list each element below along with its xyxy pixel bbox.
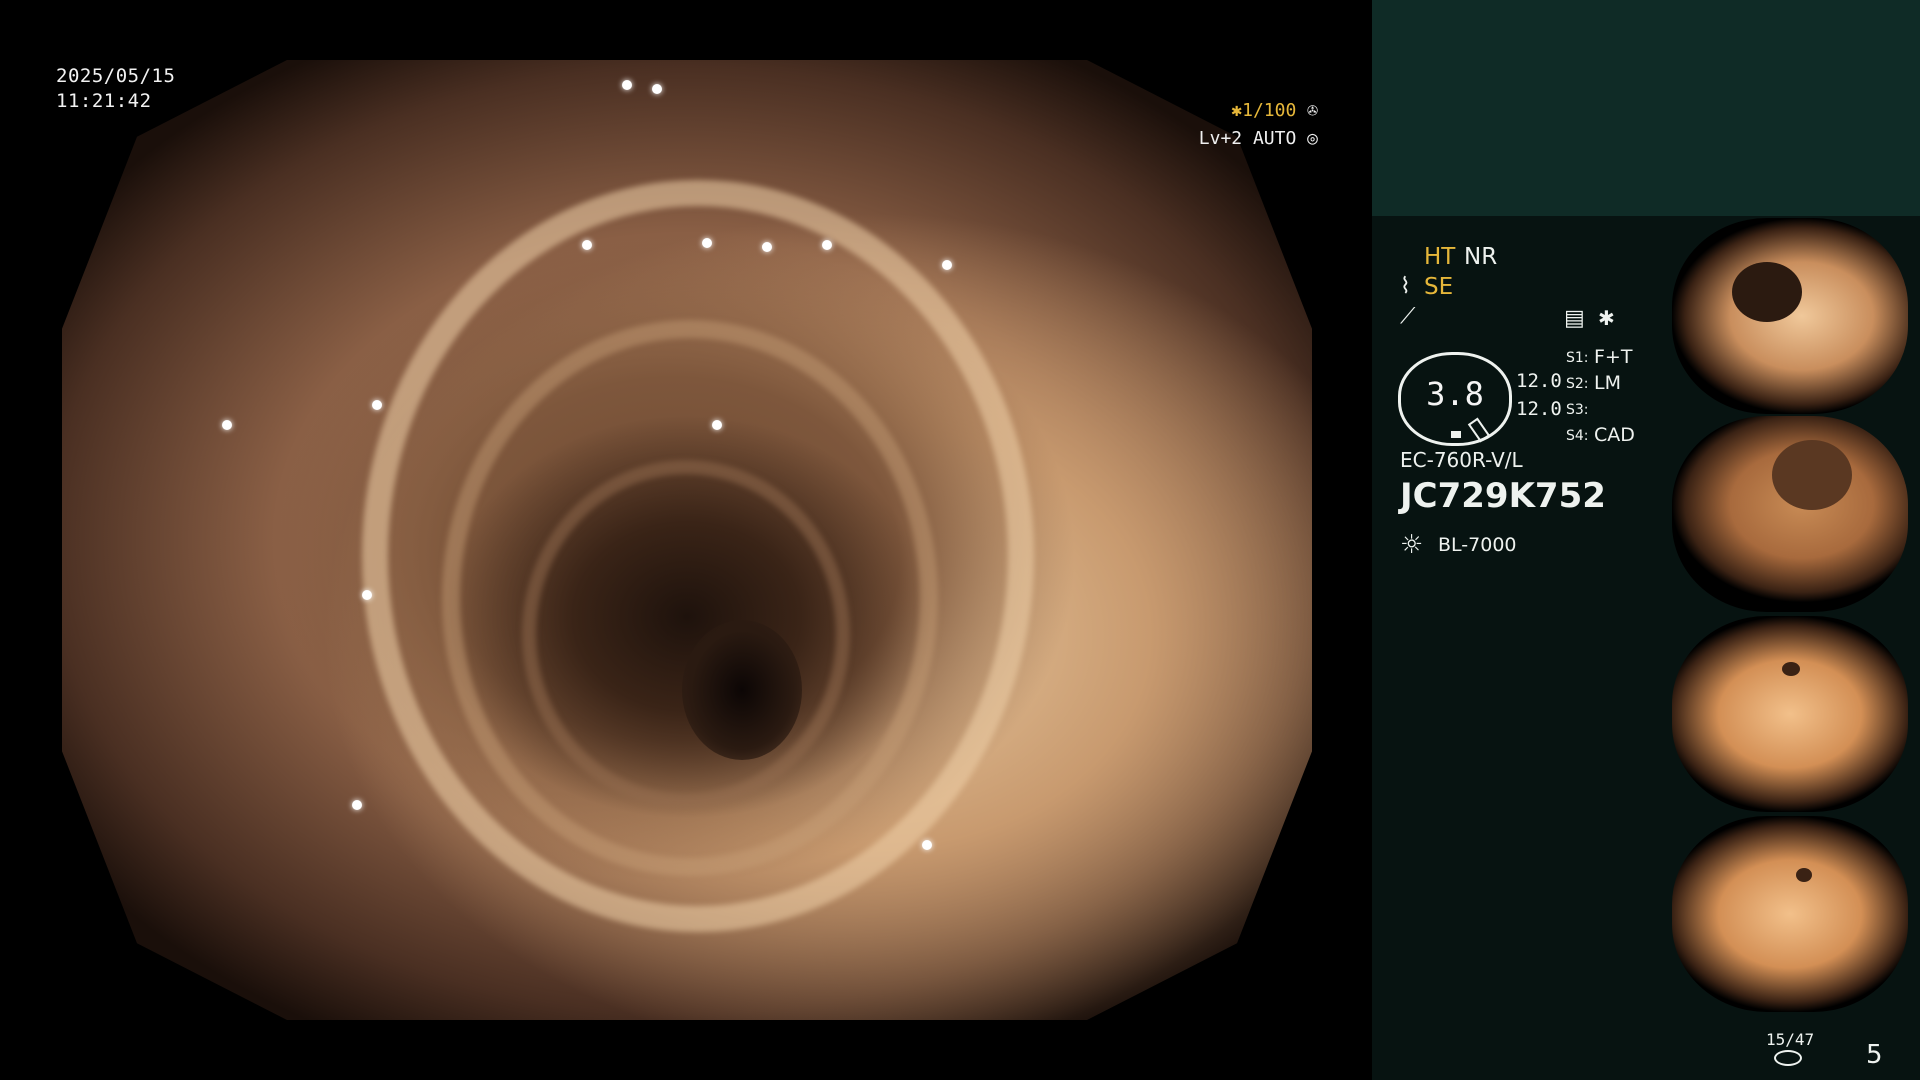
settings-icon: ▤ <box>1564 306 1585 331</box>
gauge-marker <box>1451 431 1461 438</box>
level-text: Lv+2 AUTO <box>1198 128 1297 149</box>
light-source: BL-7000 <box>1438 534 1517 556</box>
enhance-icon: ⌇ <box>1400 274 1411 299</box>
datetime: 2025/05/15 11:21:42 <box>56 64 175 114</box>
brightness-value-2: 12.0 <box>1516 398 1562 420</box>
endoscope-view <box>62 60 1312 1020</box>
light-reflection <box>222 420 232 430</box>
thumbnail-3[interactable] <box>1672 616 1908 812</box>
light-reflection <box>822 240 832 250</box>
light-reflection <box>922 840 932 850</box>
thumbnail-lumen <box>1772 440 1852 510</box>
s4-label: S4: <box>1566 428 1589 444</box>
storage-indicator: 15/47 <box>1766 1030 1815 1049</box>
time-text: 11:21:42 <box>56 90 152 112</box>
scope-model: EC-760R-V/L <box>1400 448 1523 472</box>
s2-value: LM <box>1594 372 1621 394</box>
status-panel: HT NR ⌇ SE ⟋ ▤ ✱ 3.8 12.0 12.0 S1: F+T S… <box>1372 0 1920 1080</box>
thumbnail-1[interactable] <box>1672 218 1908 414</box>
zoom-gauge: 3.8 <box>1398 352 1512 446</box>
thumbnail-lumen <box>1782 662 1800 676</box>
zoom-value: 3.8 <box>1426 375 1484 413</box>
brightness-value-1: 12.0 <box>1516 370 1562 392</box>
shutter-readout: ✱1/100 ✇ <box>1218 100 1318 121</box>
storage-disk-icon <box>1774 1050 1802 1066</box>
shutter-text: ✱1/100 <box>1231 100 1297 121</box>
scope-serial: JC729K752 <box>1400 476 1606 516</box>
thumbnail-lumen <box>1796 868 1812 882</box>
thumbnail-2[interactable] <box>1672 416 1908 612</box>
s1-value: F+T <box>1594 346 1633 368</box>
light-reflection <box>702 238 712 248</box>
s2-label: S2: <box>1566 376 1589 392</box>
star-mark: ✱ <box>1598 306 1615 330</box>
light-reflection <box>582 240 592 250</box>
freeze-icon: ⟋ <box>1400 304 1416 329</box>
level-readout: Lv+2 AUTO ◎ <box>1192 128 1318 149</box>
light-reflection <box>362 590 372 600</box>
light-reflection <box>942 260 952 270</box>
light-reflection <box>352 800 362 810</box>
light-reflection <box>372 400 382 410</box>
gauge-indicator-icon <box>1467 417 1491 443</box>
thumbnail-4[interactable] <box>1672 816 1908 1012</box>
nr-label: NR <box>1464 244 1498 270</box>
s4-value: CAD <box>1594 424 1635 446</box>
light-reflection <box>762 242 772 252</box>
iris-icon: ◎ <box>1307 128 1318 149</box>
ht-label: HT <box>1424 244 1456 270</box>
s3-label: S3: <box>1566 402 1589 418</box>
light-reflection <box>652 84 662 94</box>
date-text: 2025/05/15 <box>56 65 176 87</box>
mucosal-fold <box>522 460 850 808</box>
thumbnail-lumen <box>1732 262 1802 322</box>
aperture-icon: ✇ <box>1307 100 1318 121</box>
s1-label: S1: <box>1566 350 1589 366</box>
light-reflection <box>712 420 722 430</box>
panel-header <box>1372 0 1920 216</box>
capture-count: 5 <box>1866 1040 1883 1070</box>
lumen <box>682 620 802 760</box>
light-source-icon: ☼ <box>1400 530 1424 560</box>
light-reflection <box>622 80 632 90</box>
se-label: SE <box>1424 274 1454 300</box>
